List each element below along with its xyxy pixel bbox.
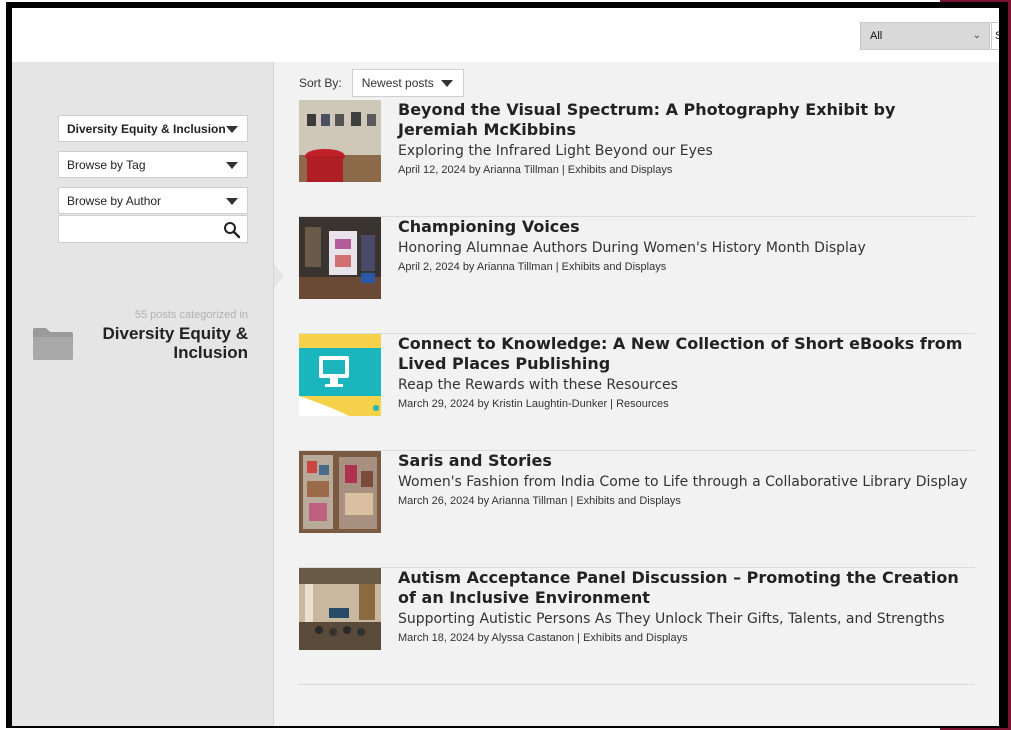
author-select[interactable]: Browse by Author [58, 187, 248, 214]
post-title[interactable]: Beyond the Visual Spectrum: A Photograph… [398, 100, 968, 140]
sidebar: Diversity Equity & Inclusion Browse by T… [12, 62, 274, 726]
post-meta: April 2, 2024 by Arianna Tillman | Exhib… [398, 261, 667, 273]
post-meta: March 18, 2024 by Alyssa Castanon | Exhi… [398, 632, 688, 644]
filter-extra-field[interactable]: S [991, 22, 999, 50]
blog-panel: All ⌄ S Diversity Equity & Inclusion Bro… [12, 8, 999, 726]
post-item: Championing Voices Honoring Alumnae Auth… [299, 217, 975, 334]
post-meta: March 26, 2024 by Arianna Tillman | Exhi… [398, 495, 681, 507]
post-meta: April 12, 2024 by Arianna Tillman | Exhi… [398, 164, 673, 176]
filter-select-value: All [870, 30, 883, 42]
sort-bar: Sort By: Newest posts [299, 69, 464, 97]
post-item: Saris and Stories Women's Fashion from I… [299, 451, 975, 568]
caret-down-icon [226, 162, 238, 169]
post-thumbnail-photo-exhibit[interactable] [299, 100, 381, 182]
search-icon[interactable] [223, 221, 241, 239]
post-thumbnail-display-case[interactable] [299, 451, 381, 533]
post-item: Autism Acceptance Panel Discussion – Pro… [299, 568, 975, 685]
post-thumbnail-book-display[interactable] [299, 217, 381, 299]
post-subtitle: Exploring the Infrared Light Beyond our … [398, 143, 713, 159]
author-select-value: Browse by Author [67, 193, 162, 208]
post-thumbnail-panel-discussion[interactable] [299, 568, 381, 650]
category-title: Diversity Equity & Inclusion [102, 324, 249, 362]
post-list: Beyond the Visual Spectrum: A Photograph… [299, 100, 975, 685]
sort-select[interactable]: Newest posts [351, 69, 464, 97]
category-post-count: 55 posts categorized in [134, 309, 248, 321]
post-title[interactable]: Connect to Knowledge: A New Collection o… [398, 334, 968, 374]
post-subtitle: Reap the Rewards with these Resources [398, 377, 678, 393]
caret-down-icon [440, 80, 453, 87]
post-subtitle: Women's Fashion from India Come to Life … [398, 474, 968, 490]
filter-select[interactable]: All ⌄ [860, 22, 990, 50]
tag-select-value: Browse by Tag [67, 157, 146, 172]
sort-label: Sort By: [299, 76, 342, 90]
sidebar-pointer [274, 264, 284, 288]
sort-select-value: Newest posts [361, 76, 434, 90]
post-meta: March 29, 2024 by Kristin Laughtin-Dunke… [398, 398, 669, 410]
caret-down-icon [226, 198, 238, 205]
post-thumbnail-computer-graphic[interactable] [299, 334, 381, 416]
filter-extra-label: S [995, 30, 999, 42]
post-item: Beyond the Visual Spectrum: A Photograph… [299, 100, 975, 217]
caret-down-icon [226, 126, 238, 133]
post-item: Connect to Knowledge: A New Collection o… [299, 334, 975, 451]
tag-select[interactable]: Browse by Tag [58, 151, 248, 178]
post-title[interactable]: Championing Voices [398, 217, 968, 237]
filter-bar: All ⌄ S [12, 8, 999, 62]
category-select[interactable]: Diversity Equity & Inclusion [58, 115, 248, 142]
post-subtitle: Honoring Alumnae Authors During Women's … [398, 240, 866, 256]
post-title[interactable]: Autism Acceptance Panel Discussion – Pro… [398, 568, 968, 608]
folder-icon [33, 328, 73, 360]
post-subtitle: Supporting Autistic Persons As They Unlo… [398, 611, 945, 627]
search-input[interactable] [58, 215, 248, 243]
chevron-down-icon: ⌄ [972, 30, 981, 41]
post-title[interactable]: Saris and Stories [398, 451, 968, 471]
category-select-value: Diversity Equity & Inclusion [67, 121, 226, 136]
